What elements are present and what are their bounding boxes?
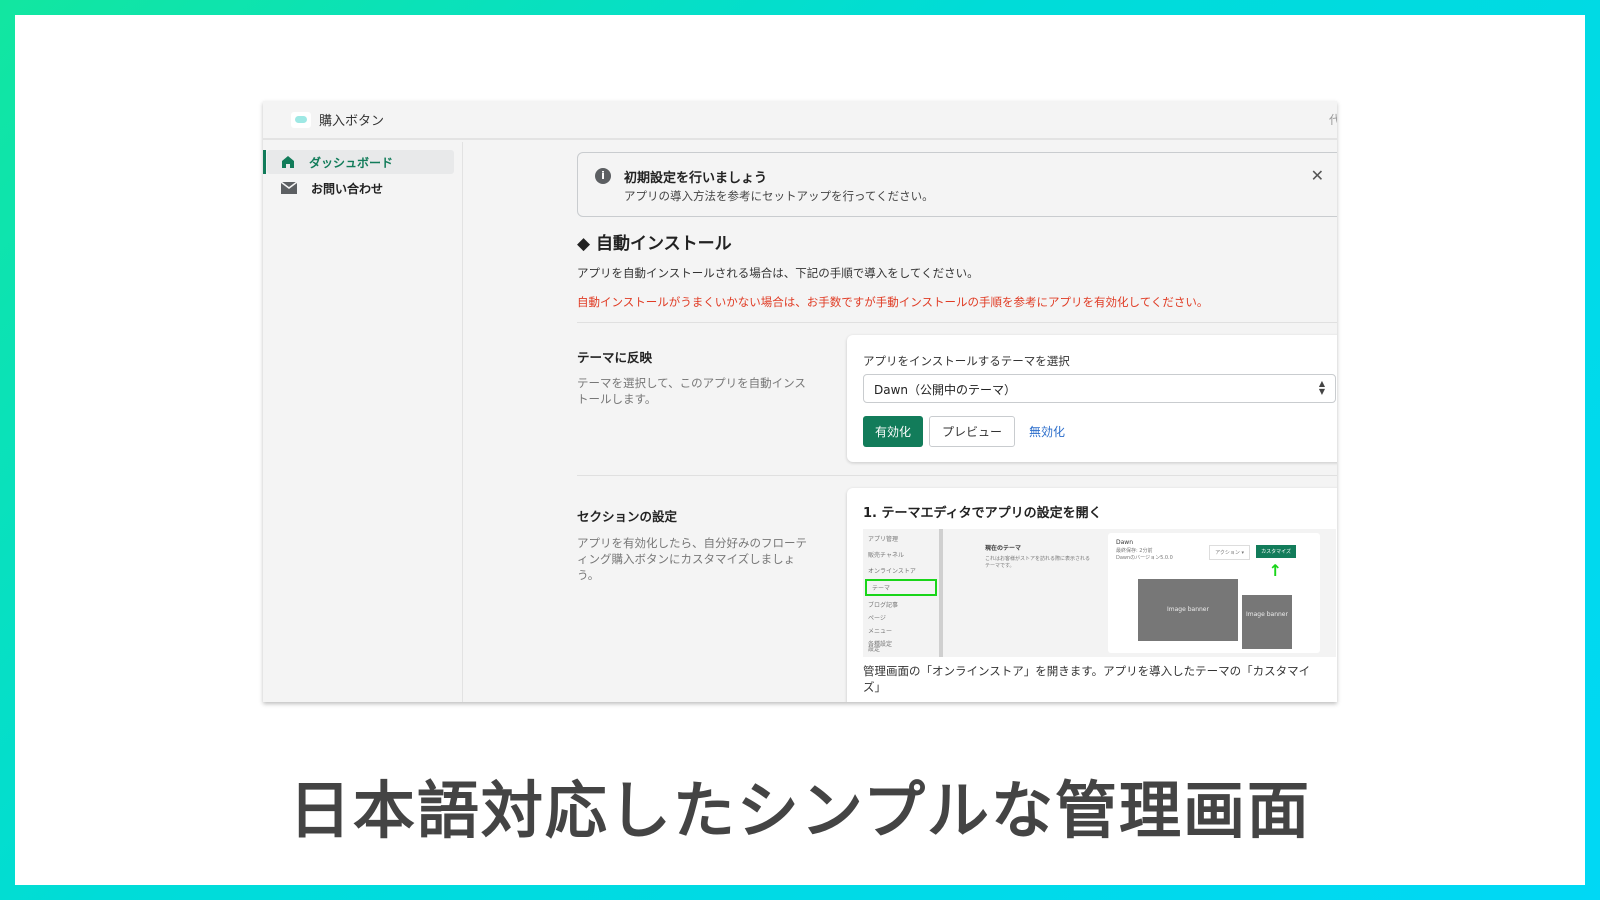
theme-section-label: テーマに反映 (577, 350, 653, 365)
section-settings-label: セクションの設定 (577, 509, 678, 524)
preview-button[interactable]: プレビュー (929, 416, 1016, 447)
mini-nav-theme: テーマ (865, 579, 937, 596)
mini-banner-mobile: Image banner (1242, 595, 1292, 649)
sidebar-item-label: ダッシュボード (309, 155, 394, 170)
sidebar-item-label: お問い合わせ (311, 181, 384, 196)
mini-version: Dawnのバージョン5.0.0 (1116, 555, 1173, 561)
auto-install-heading: ◆ 自動インストール (577, 234, 732, 254)
mini-current-desc: これはお客様がストアを訪れる際に表示されるテーマです。 (985, 556, 1091, 569)
mini-store: オンラインストア (868, 568, 916, 575)
theme-select-label: アプリをインストールするテーマを選択 (863, 354, 1070, 368)
admin-window: 購入ボタン 代 ダッシュボード お問い合わせ i 初期設定を行いましょう アプリ… (263, 101, 1337, 702)
section-settings-card: 1. テーマエディタでアプリの設定を開く アプリ管理 販売チャネル オンラインス… (847, 488, 1337, 702)
home-icon (282, 156, 294, 168)
mini-nav: ブログ記事 (868, 602, 899, 609)
mini-nav: メニュー (868, 628, 893, 635)
app-header: 購入ボタン 代 (263, 101, 1337, 140)
sidebar: ダッシュボード お問い合わせ (263, 142, 463, 702)
mini-settings: 設定 (868, 646, 881, 653)
section-settings-description: アプリを有効化したら、自分好みのフローティング購入ボタンにカスタマイズしましょう… (577, 536, 807, 582)
setup-banner: i 初期設定を行いましょう アプリの導入方法を参考にセットアップを行ってください… (577, 152, 1337, 217)
disable-link[interactable]: 無効化 (1029, 423, 1065, 440)
select-arrows-icon: ▲ ▼ (1318, 379, 1325, 396)
auto-install-text: アプリを自動インストールされる場合は、下記の手順で導入をしてください。 (577, 266, 979, 280)
divider (577, 322, 1337, 323)
mini-banner-desktop: Image banner (1138, 579, 1238, 641)
app-logo-icon (291, 111, 311, 128)
arrow-up-icon: ↑ (1268, 561, 1282, 580)
mini-actions: アクション ▾ (1209, 545, 1250, 560)
header-right-text: 代 (1328, 113, 1337, 127)
mini-theme-name: Dawn (1116, 539, 1134, 546)
mini-customize: カスタマイズ (1256, 545, 1296, 558)
enable-button[interactable]: 有効化 (863, 416, 924, 447)
step-text: 管理画面の「オンラインストア」を開きます。アプリを導入したテーマの「カスタマイズ… (863, 664, 1311, 694)
caption: 日本語対応したシンプルな管理画面 (288, 774, 1312, 847)
theme-editor-screenshot: アプリ管理 販売チャネル オンラインストア テーマ ブログ記事 ページ メニュー… (863, 529, 1336, 657)
mini-channel: 販売チャネル (868, 552, 904, 559)
mini-app-mgmt: アプリ管理 (868, 536, 899, 543)
theme-section-description: テーマを選択して、このアプリを自動インストールします。 (577, 376, 806, 406)
app-title: 購入ボタン (319, 114, 385, 129)
sidebar-item-contact[interactable]: お問い合わせ (263, 176, 454, 200)
mini-current-theme: 現在のテーマ (985, 545, 1022, 552)
step-title: 1. テーマエディタでアプリの設定を開く (863, 506, 1102, 521)
sidebar-item-dashboard[interactable]: ダッシュボード (263, 150, 454, 174)
mini-saved: 最終保存: 2分前 (1116, 548, 1153, 554)
close-icon[interactable]: ✕ (1311, 166, 1324, 185)
info-icon: i (595, 168, 611, 184)
mini-nav: ページ (868, 615, 886, 622)
theme-card: アプリをインストールするテーマを選択 Dawn（公開中のテーマ） ▲ ▼ 有効化 … (847, 335, 1337, 462)
banner-text: アプリの導入方法を参考にセットアップを行ってください。 (624, 189, 934, 203)
theme-select[interactable]: Dawn（公開中のテーマ） ▲ ▼ (863, 374, 1336, 403)
mail-icon (281, 182, 297, 194)
banner-title: 初期設定を行いましょう (624, 171, 768, 186)
auto-install-warning: 自動インストールがうまくいかない場合は、お手数ですが手動インストールの手順を参考… (577, 295, 1209, 309)
theme-select-value: Dawn（公開中のテーマ） (874, 383, 1017, 397)
divider (577, 475, 1337, 476)
